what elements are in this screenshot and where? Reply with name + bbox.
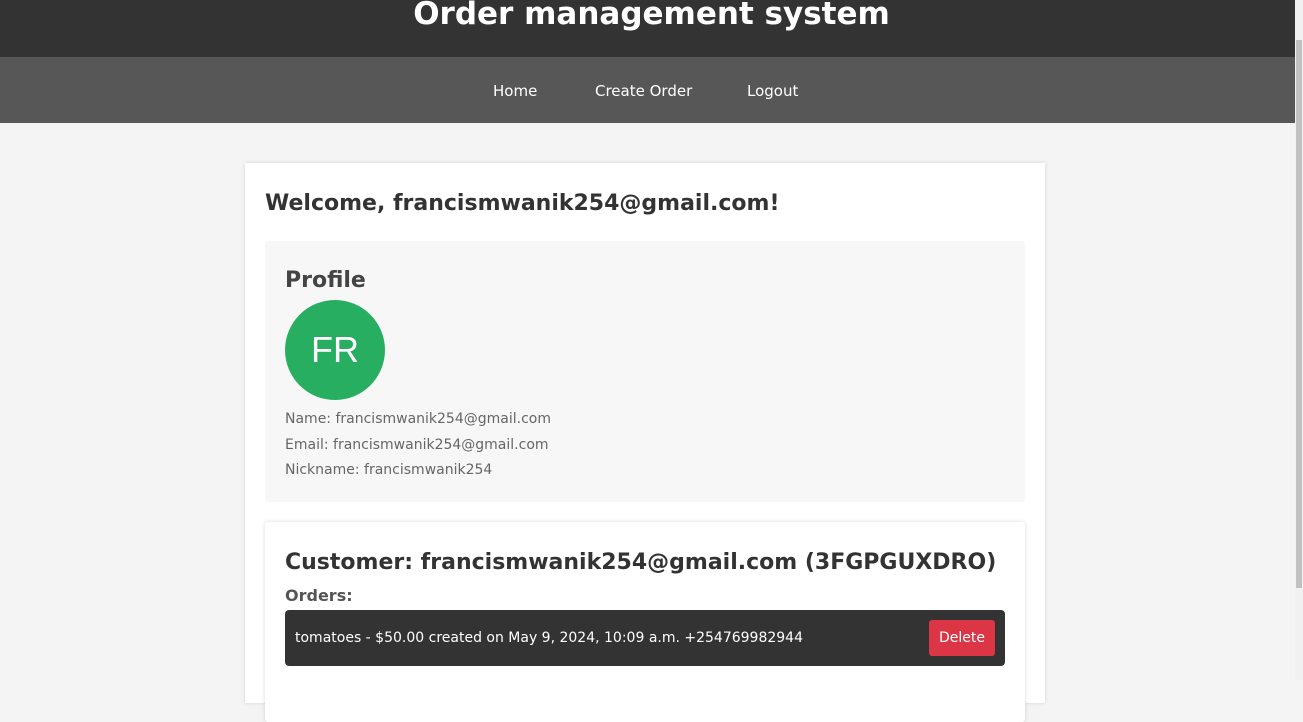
profile-section: Profile FR Name: francismwanik254@gmail.…	[265, 241, 1025, 502]
profile-nickname: Nickname: francismwanik254	[285, 462, 493, 478]
page-scrollbar[interactable]	[1295, 0, 1303, 680]
avatar: FR	[285, 300, 385, 400]
profile-email: Email: francismwanik254@gmail.com	[285, 437, 549, 453]
profile-name: Name: francismwanik254@gmail.com	[285, 411, 551, 427]
main-content: Welcome, francismwanik254@gmail.com! Pro…	[245, 163, 1045, 722]
nav-create-order-link[interactable]: Create Order	[595, 81, 692, 101]
orders-label: Orders:	[285, 586, 353, 605]
delete-order-button[interactable]: Delete	[929, 620, 995, 656]
app-title: Order management system	[413, 0, 890, 32]
scrollbar-thumb[interactable]	[1296, 40, 1302, 588]
nav-logout-link[interactable]: Logout	[747, 81, 798, 101]
welcome-heading: Welcome, francismwanik254@gmail.com!	[265, 191, 780, 216]
profile-heading: Profile	[285, 268, 366, 293]
app-header: Order management system	[0, 0, 1303, 57]
nav-home-link[interactable]: Home	[493, 81, 537, 101]
order-text: tomatoes - $50.00 created on May 9, 2024…	[295, 630, 803, 646]
customer-card: Customer: francismwanik254@gmail.com (3F…	[265, 522, 1025, 722]
nav-bar: Home Create Order Logout	[0, 57, 1303, 123]
customer-heading: Customer: francismwanik254@gmail.com (3F…	[285, 550, 997, 575]
order-item: tomatoes - $50.00 created on May 9, 2024…	[285, 610, 1005, 666]
